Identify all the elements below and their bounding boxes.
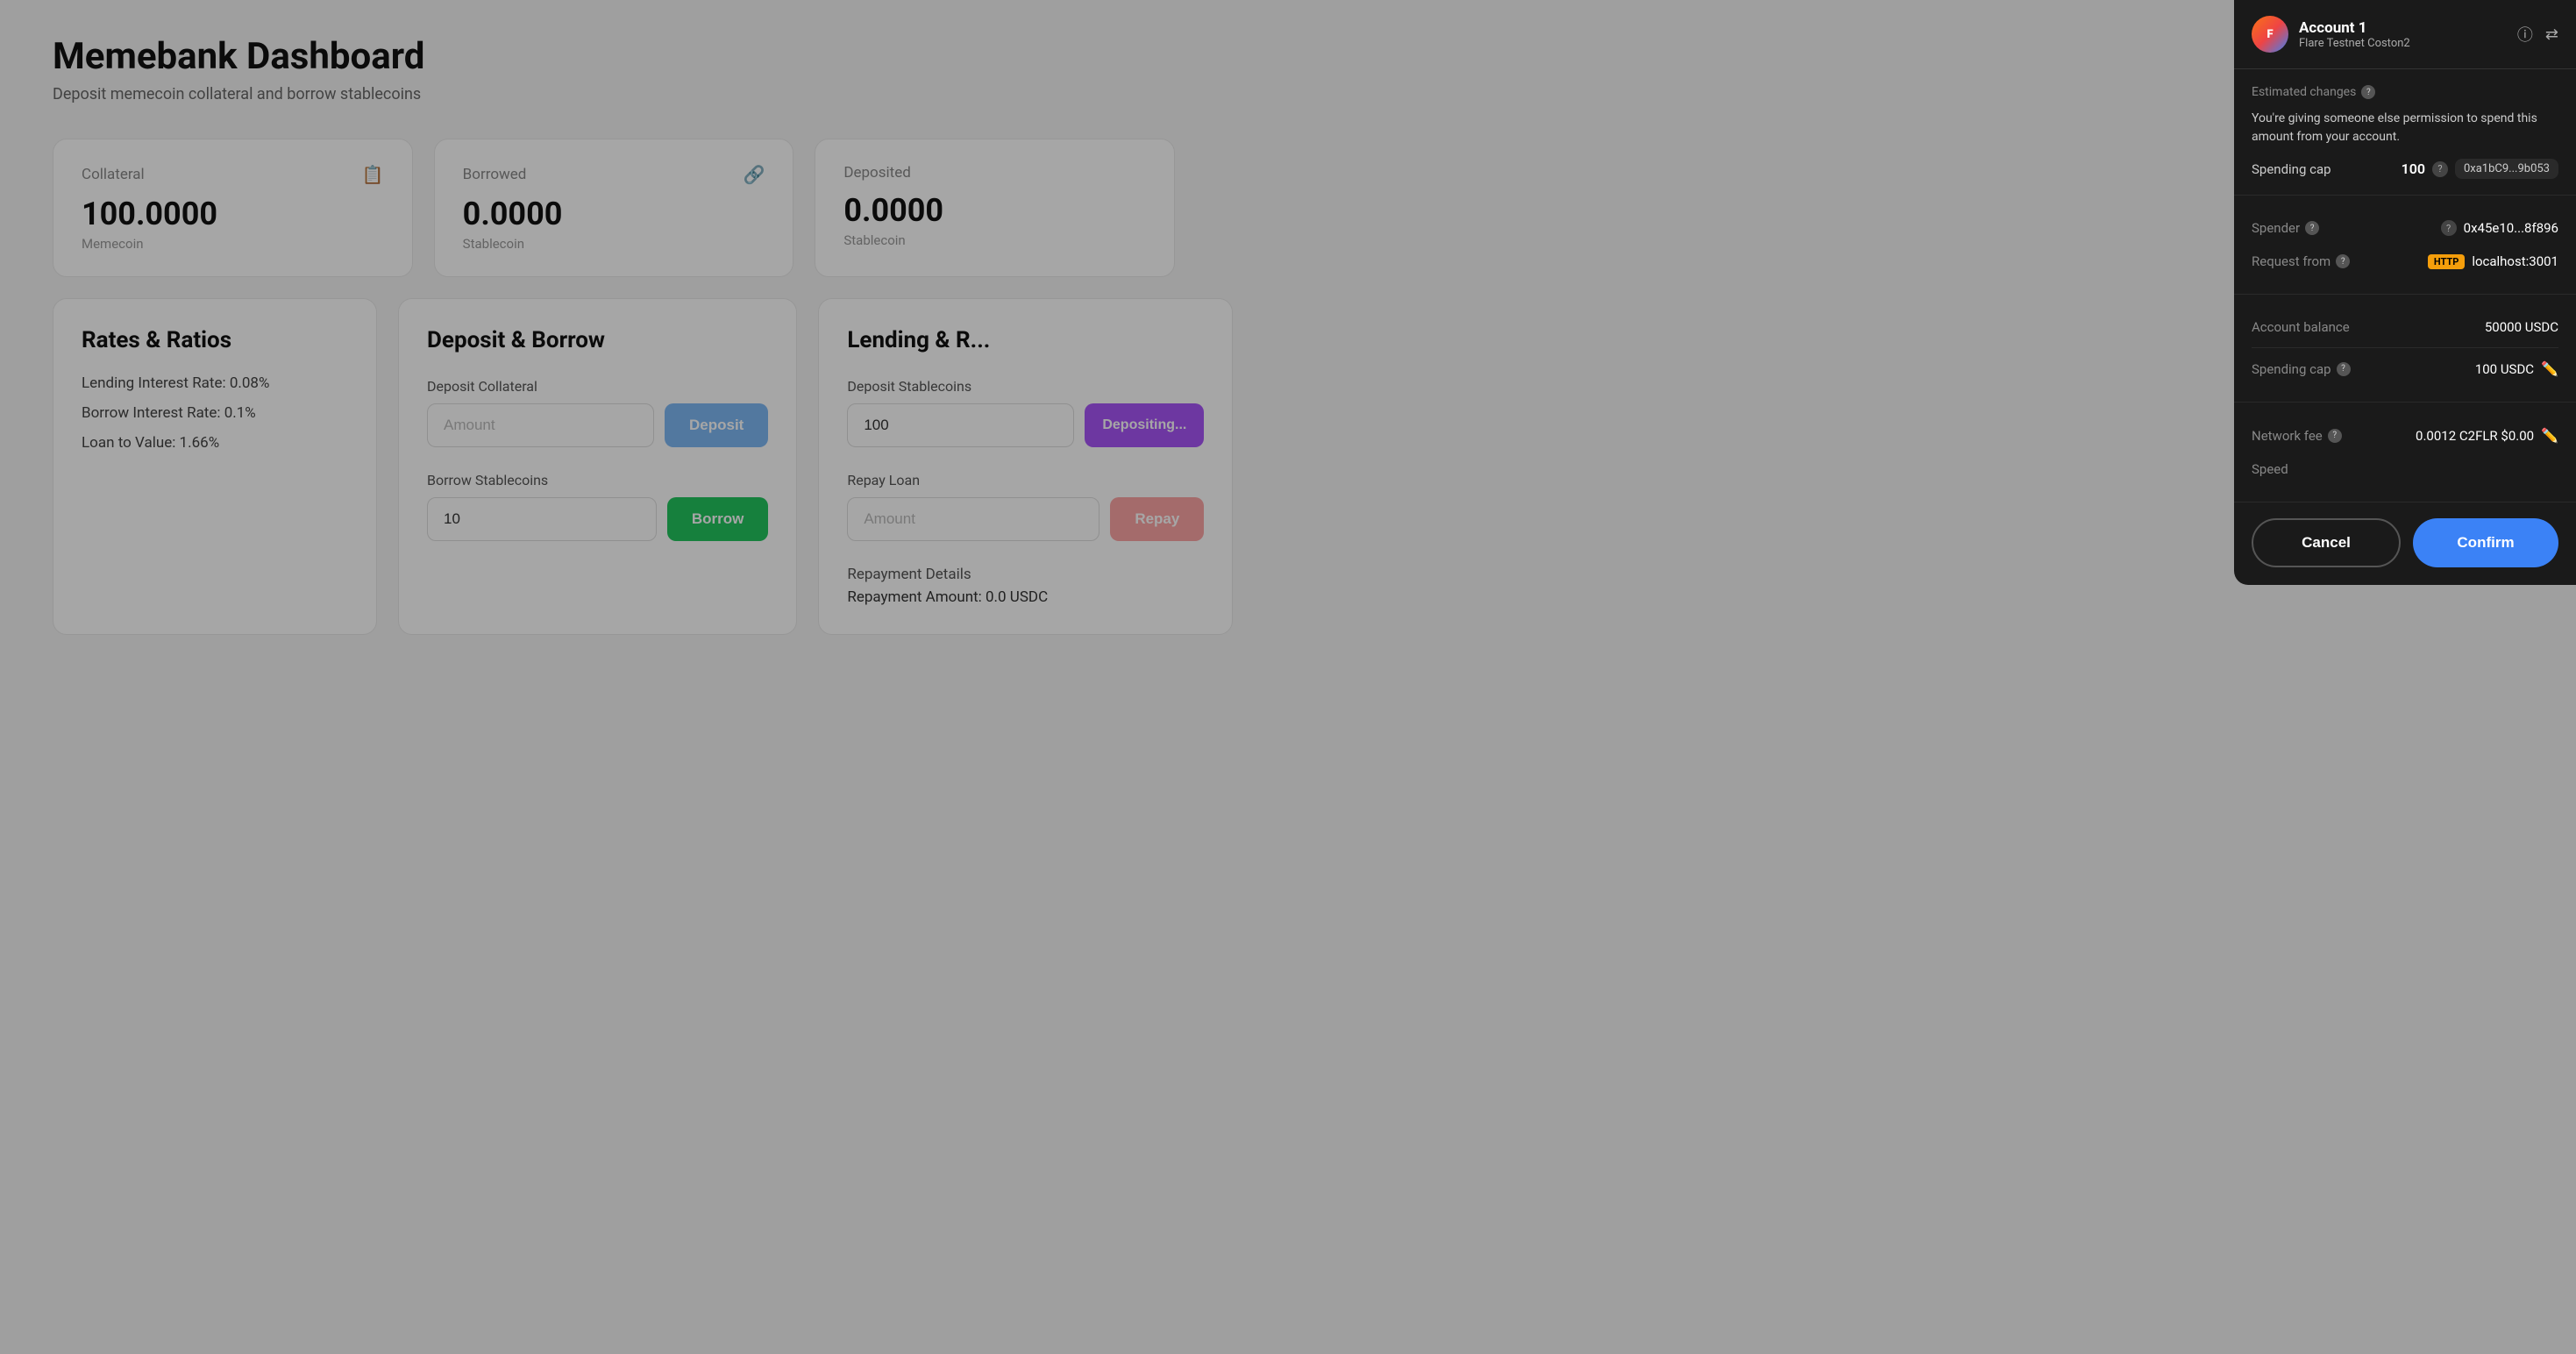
- request-from-row: Request from ? HTTP localhost:3001: [2252, 245, 2558, 278]
- spender-addr-info[interactable]: ?: [2441, 220, 2457, 236]
- spender-label: Spender ?: [2252, 220, 2319, 236]
- network-fee-value: 0.0012 C2FLR $0.00 ✏️: [2416, 427, 2558, 444]
- spending-cap-detail-value: 100 USDC ✏️: [2475, 360, 2558, 377]
- wallet-account-name: Account 1: [2299, 19, 2507, 37]
- estimated-changes-info-icon[interactable]: ?: [2361, 85, 2375, 99]
- network-fee-row: Network fee ? 0.0012 C2FLR $0.00 ✏️: [2252, 418, 2558, 453]
- http-warning-badge: HTTP: [2428, 254, 2465, 269]
- network-fee-section: Network fee ? 0.0012 C2FLR $0.00 ✏️ Spee…: [2234, 403, 2576, 502]
- estimated-changes-title: Estimated changes ?: [2252, 85, 2558, 99]
- spending-cap-detail-label: Spending cap ?: [2252, 361, 2351, 377]
- spending-cap-detail-row: Spending cap ? 100 USDC ✏️: [2252, 352, 2558, 386]
- request-from-value: HTTP localhost:3001: [2428, 253, 2558, 269]
- speed-label: Speed: [2252, 461, 2288, 477]
- wallet-header: F Account 1 Flare Testnet Coston2 ⓘ ⇄: [2234, 0, 2576, 69]
- spender-info-icon[interactable]: ?: [2305, 221, 2319, 235]
- spender-row: Spender ? ? 0x45e10...8f896: [2252, 211, 2558, 245]
- spending-cap-num: 100: [2402, 160, 2425, 177]
- account-balance-row: Account balance 50000 USDC: [2252, 310, 2558, 344]
- wallet-account-info: Account 1 Flare Testnet Coston2: [2299, 19, 2507, 50]
- cancel-button[interactable]: Cancel: [2252, 518, 2401, 567]
- info-icon[interactable]: ⓘ: [2517, 23, 2533, 46]
- request-from-label: Request from ?: [2252, 253, 2350, 269]
- balances-section: Account balance 50000 USDC Spending cap …: [2234, 295, 2576, 403]
- network-fee-edit-icon[interactable]: ✏️: [2541, 427, 2558, 444]
- account-balance-label: Account balance: [2252, 319, 2350, 335]
- confirm-button[interactable]: Confirm: [2413, 518, 2558, 567]
- wallet-logo: F: [2252, 16, 2288, 53]
- spending-cap-row: Spending cap 100 ? 0xa1bC9...9b053: [2252, 159, 2558, 179]
- wallet-popup: F Account 1 Flare Testnet Coston2 ⓘ ⇄ Es…: [2234, 0, 2576, 585]
- modal-overlay: [0, 0, 2576, 1354]
- spending-cap-edit-icon[interactable]: ✏️: [2541, 360, 2558, 377]
- network-fee-info-icon[interactable]: ?: [2328, 429, 2342, 443]
- spending-cap-header-value: 100 ? 0xa1bC9...9b053: [2402, 159, 2558, 179]
- estimated-description: You're giving someone else permission to…: [2252, 110, 2558, 146]
- settings-icon[interactable]: ⇄: [2545, 25, 2558, 44]
- account-balance-value: 50000 USDC: [2485, 319, 2558, 335]
- speed-row: Speed: [2252, 453, 2558, 486]
- request-from-info-icon[interactable]: ?: [2336, 254, 2350, 268]
- spender-address: ? 0x45e10...8f896: [2441, 220, 2558, 236]
- section-divider: [2252, 347, 2558, 348]
- wallet-network: Flare Testnet Coston2: [2299, 37, 2507, 50]
- spending-cap-header-label: Spending cap: [2252, 161, 2331, 177]
- estimated-changes-section: Estimated changes ? You're giving someon…: [2234, 69, 2576, 196]
- network-fee-label: Network fee ?: [2252, 428, 2342, 444]
- wallet-header-icons: ⓘ ⇄: [2517, 23, 2558, 46]
- spending-cap-detail-info-icon[interactable]: ?: [2337, 362, 2351, 376]
- spending-cap-info[interactable]: ?: [2432, 161, 2448, 177]
- wallet-actions: Cancel Confirm: [2234, 502, 2576, 567]
- spender-section: Spender ? ? 0x45e10...8f896 Request from…: [2234, 196, 2576, 295]
- spending-cap-address: 0xa1bC9...9b053: [2455, 159, 2558, 179]
